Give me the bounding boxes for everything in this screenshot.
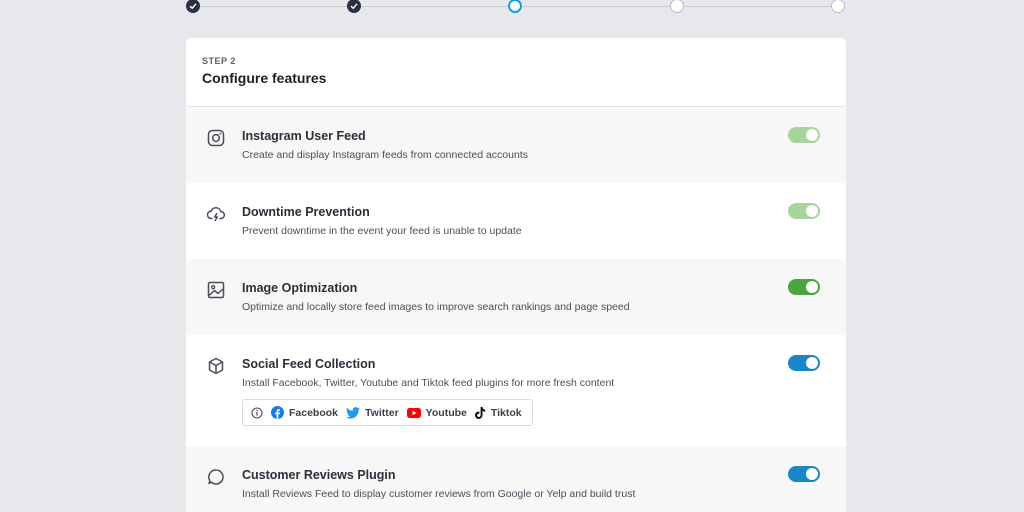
plugin-label: Facebook xyxy=(289,406,339,419)
cloud-lightning-icon xyxy=(206,204,226,224)
feature-description: Create and display Instagram feeds from … xyxy=(242,149,528,161)
toggle-knob xyxy=(806,205,818,217)
tiktok-icon xyxy=(474,406,486,419)
check-icon xyxy=(189,3,197,10)
stepper-connector xyxy=(362,6,508,7)
feature-title: Downtime Prevention xyxy=(242,205,370,219)
toggle-knob xyxy=(806,468,818,480)
plugin-facebook[interactable]: Facebook xyxy=(271,406,338,419)
card-header: STEP 2 Configure features xyxy=(186,38,846,107)
info-icon[interactable] xyxy=(251,406,263,419)
chat-bubble-icon xyxy=(206,467,226,487)
toggle-knob xyxy=(806,129,818,141)
step-1-indicator[interactable] xyxy=(186,0,200,13)
feature-customer-reviews-plugin: Customer Reviews Plugin Install Reviews … xyxy=(186,446,846,512)
plugin-tiktok[interactable]: Tiktok xyxy=(474,406,522,419)
facebook-icon xyxy=(271,406,284,419)
step-3-indicator[interactable] xyxy=(508,0,522,13)
feature-description: Optimize and locally store feed images t… xyxy=(242,301,630,313)
feature-social-feed-collection: Social Feed Collection Install Facebook,… xyxy=(186,335,846,446)
step-label: STEP 2 xyxy=(202,56,236,66)
step-5-indicator[interactable] xyxy=(831,0,845,13)
youtube-icon xyxy=(406,407,421,418)
plugin-twitter[interactable]: Twitter xyxy=(346,407,399,419)
cube-icon xyxy=(206,356,226,376)
stepper-connector xyxy=(523,6,670,7)
progress-stepper xyxy=(0,0,1024,14)
step-2-indicator[interactable] xyxy=(347,0,361,13)
feature-image-optimization: Image Optimization Optimize and locally … xyxy=(186,259,846,335)
toggle-knob xyxy=(806,357,818,369)
feature-description: Install Facebook, Twitter, Youtube and T… xyxy=(242,377,615,389)
feature-description: Prevent downtime in the event your feed … xyxy=(242,225,522,237)
stepper-connector xyxy=(201,6,347,7)
feature-title: Image Optimization xyxy=(242,281,358,295)
card-title: Configure features xyxy=(202,70,327,86)
feature-description: Install Reviews Feed to display customer… xyxy=(242,488,636,500)
downtime-prevention-toggle[interactable] xyxy=(788,203,820,219)
plugin-label: Twitter xyxy=(365,406,399,419)
feature-downtime-prevention: Downtime Prevention Prevent downtime in … xyxy=(186,183,846,259)
feature-title: Social Feed Collection xyxy=(242,357,376,371)
step-4-indicator[interactable] xyxy=(670,0,684,13)
toggle-knob xyxy=(806,281,818,293)
image-icon xyxy=(206,280,226,300)
feature-title: Customer Reviews Plugin xyxy=(242,468,396,482)
plugin-youtube[interactable]: Youtube xyxy=(406,406,467,419)
feature-instagram-user-feed: Instagram User Feed Create and display I… xyxy=(186,107,846,183)
configure-features-card: STEP 2 Configure features Instagram User… xyxy=(186,38,846,512)
plugin-label: Youtube xyxy=(425,406,467,419)
stepper-connector xyxy=(684,6,831,7)
plugin-label: Tiktok xyxy=(490,406,522,419)
customer-reviews-plugin-toggle[interactable] xyxy=(788,466,820,482)
instagram-icon xyxy=(206,128,226,148)
feature-title: Instagram User Feed xyxy=(242,129,366,143)
plugins-list: Facebook Twitter Youtube Tiktok xyxy=(242,399,533,426)
check-icon xyxy=(350,3,358,10)
social-feed-collection-toggle[interactable] xyxy=(788,355,820,371)
image-optimization-toggle[interactable] xyxy=(788,279,820,295)
twitter-icon xyxy=(346,406,361,419)
instagram-user-feed-toggle[interactable] xyxy=(788,127,820,143)
